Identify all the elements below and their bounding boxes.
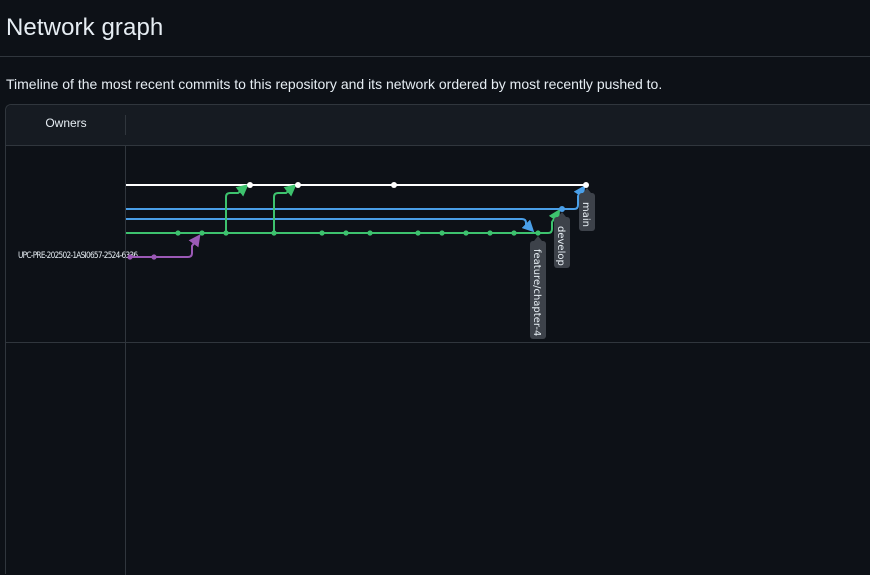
commit-dot[interactable]	[439, 230, 445, 236]
commit-dot[interactable]	[367, 230, 373, 236]
branch-label-feature[interactable]: feature/chapter-4	[530, 236, 546, 339]
develop-merge-line	[126, 218, 535, 233]
commit-dot[interactable]	[175, 230, 181, 236]
branch-label-feature-text: feature/chapter-4	[531, 249, 542, 336]
fork-branch-line	[130, 234, 201, 258]
branch-label-main[interactable]: main	[579, 188, 595, 231]
commit-dot[interactable]	[151, 254, 157, 260]
commit-dot[interactable]	[295, 182, 301, 188]
commit-dot[interactable]	[583, 182, 589, 188]
commit-dot[interactable]	[199, 230, 205, 236]
feature-to-main-merge-1	[225, 184, 249, 233]
branch-label-develop[interactable]: develop	[554, 212, 570, 268]
commit-graph[interactable]: main develop feature/chapter-4	[0, 0, 870, 568]
commit-dot[interactable]	[535, 230, 541, 236]
commit-dot[interactable]	[415, 230, 421, 236]
commit-dot[interactable]	[271, 230, 277, 236]
commit-dot[interactable]	[223, 230, 229, 236]
branch-label-main-text: main	[580, 202, 591, 227]
commit-dot[interactable]	[319, 230, 325, 236]
commit-dot[interactable]	[487, 230, 493, 236]
commit-dot[interactable]	[559, 206, 565, 212]
commit-dot[interactable]	[511, 230, 517, 236]
commit-dot[interactable]	[247, 182, 253, 188]
commit-dot[interactable]	[391, 182, 397, 188]
commit-dot[interactable]	[343, 230, 349, 236]
commit-dot[interactable]	[127, 254, 133, 260]
develop-branch-line	[126, 185, 586, 210]
branch-label-develop-text: develop	[555, 226, 566, 266]
commit-dot[interactable]	[463, 230, 469, 236]
feature-to-main-merge-2	[273, 184, 297, 233]
